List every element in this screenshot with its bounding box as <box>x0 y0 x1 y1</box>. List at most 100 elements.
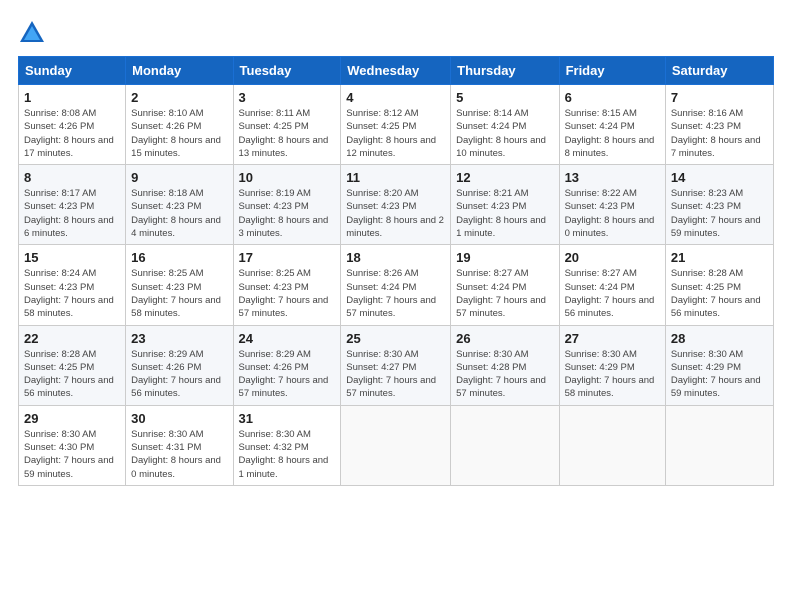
header <box>18 18 774 46</box>
day-info: Sunrise: 8:11 AMSunset: 4:25 PMDaylight:… <box>239 107 336 160</box>
day-info: Sunrise: 8:30 AMSunset: 4:30 PMDaylight:… <box>24 428 120 481</box>
day-number: 17 <box>239 250 336 265</box>
day-cell: 30Sunrise: 8:30 AMSunset: 4:31 PMDayligh… <box>126 405 233 485</box>
day-number: 2 <box>131 90 227 105</box>
day-info: Sunrise: 8:30 AMSunset: 4:27 PMDaylight:… <box>346 348 445 401</box>
day-info: Sunrise: 8:26 AMSunset: 4:24 PMDaylight:… <box>346 267 445 320</box>
day-cell <box>559 405 665 485</box>
day-cell: 1Sunrise: 8:08 AMSunset: 4:26 PMDaylight… <box>19 85 126 165</box>
day-number: 10 <box>239 170 336 185</box>
weekday-header-sunday: Sunday <box>19 57 126 85</box>
day-info: Sunrise: 8:19 AMSunset: 4:23 PMDaylight:… <box>239 187 336 240</box>
day-cell <box>451 405 559 485</box>
day-info: Sunrise: 8:17 AMSunset: 4:23 PMDaylight:… <box>24 187 120 240</box>
logo-icon <box>18 18 46 46</box>
day-cell: 7Sunrise: 8:16 AMSunset: 4:23 PMDaylight… <box>665 85 773 165</box>
day-number: 31 <box>239 411 336 426</box>
day-number: 26 <box>456 331 553 346</box>
day-cell: 26 Sunrise: 8:30 AMSunset: 4:28 PMDayligh… <box>451 325 559 405</box>
day-number: 21 <box>671 250 768 265</box>
day-cell: 4 Sunrise: 8:12 AMSunset: 4:25 PMDaylight… <box>341 85 451 165</box>
day-cell <box>341 405 451 485</box>
week-row-2: 8 Sunrise: 8:17 AMSunset: 4:23 PMDaylight… <box>19 165 774 245</box>
day-number: 22 <box>24 331 120 346</box>
weekday-header-friday: Friday <box>559 57 665 85</box>
day-cell: 17 Sunrise: 8:25 AMSunset: 4:23 PMDayligh… <box>233 245 341 325</box>
day-cell: 14 Sunrise: 8:23 AMSunset: 4:23 PMDayligh… <box>665 165 773 245</box>
day-number: 20 <box>565 250 660 265</box>
day-cell: 6 Sunrise: 8:15 AMSunset: 4:24 PMDaylight… <box>559 85 665 165</box>
day-number: 28 <box>671 331 768 346</box>
day-info: Sunrise: 8:30 AMSunset: 4:31 PMDaylight:… <box>131 428 227 481</box>
day-number: 1 <box>24 90 120 105</box>
day-info: Sunrise: 8:24 AMSunset: 4:23 PMDaylight:… <box>24 267 120 320</box>
week-row-4: 22 Sunrise: 8:28 AMSunset: 4:25 PMDayligh… <box>19 325 774 405</box>
day-info: Sunrise: 8:27 AMSunset: 4:24 PMDaylight:… <box>456 267 553 320</box>
day-number: 14 <box>671 170 768 185</box>
day-cell: 21 Sunrise: 8:28 AMSunset: 4:25 PMDayligh… <box>665 245 773 325</box>
day-number: 13 <box>565 170 660 185</box>
day-number: 24 <box>239 331 336 346</box>
week-row-5: 29 Sunrise: 8:30 AMSunset: 4:30 PMDayligh… <box>19 405 774 485</box>
day-cell: 3 Sunrise: 8:11 AMSunset: 4:25 PMDaylight… <box>233 85 341 165</box>
week-row-1: 1Sunrise: 8:08 AMSunset: 4:26 PMDaylight… <box>19 85 774 165</box>
day-info: Sunrise: 8:25 AMSunset: 4:23 PMDaylight:… <box>239 267 336 320</box>
day-number: 16 <box>131 250 227 265</box>
day-cell: 20 Sunrise: 8:27 AMSunset: 4:24 PMDayligh… <box>559 245 665 325</box>
day-cell: 9Sunrise: 8:18 AMSunset: 4:23 PMDaylight… <box>126 165 233 245</box>
day-cell: 23 Sunrise: 8:29 AMSunset: 4:26 PMDayligh… <box>126 325 233 405</box>
day-cell: 24Sunrise: 8:29 AMSunset: 4:26 PMDayligh… <box>233 325 341 405</box>
day-info: Sunrise: 8:27 AMSunset: 4:24 PMDaylight:… <box>565 267 660 320</box>
day-cell: 2 Sunrise: 8:10 AMSunset: 4:26 PMDaylight… <box>126 85 233 165</box>
weekday-header-tuesday: Tuesday <box>233 57 341 85</box>
day-number: 18 <box>346 250 445 265</box>
day-cell: 25 Sunrise: 8:30 AMSunset: 4:27 PMDayligh… <box>341 325 451 405</box>
week-row-3: 15Sunrise: 8:24 AMSunset: 4:23 PMDayligh… <box>19 245 774 325</box>
day-info: Sunrise: 8:30 AMSunset: 4:28 PMDaylight:… <box>456 348 553 401</box>
day-info: Sunrise: 8:18 AMSunset: 4:23 PMDaylight:… <box>131 187 227 240</box>
weekday-header-saturday: Saturday <box>665 57 773 85</box>
day-cell: 5 Sunrise: 8:14 AMSunset: 4:24 PMDaylight… <box>451 85 559 165</box>
day-number: 6 <box>565 90 660 105</box>
day-info: Sunrise: 8:12 AMSunset: 4:25 PMDaylight:… <box>346 107 445 160</box>
day-info: Sunrise: 8:22 AMSunset: 4:23 PMDaylight:… <box>565 187 660 240</box>
day-number: 5 <box>456 90 553 105</box>
day-number: 29 <box>24 411 120 426</box>
day-info: Sunrise: 8:23 AMSunset: 4:23 PMDaylight:… <box>671 187 768 240</box>
weekday-header-row: SundayMondayTuesdayWednesdayThursdayFrid… <box>19 57 774 85</box>
day-cell: 31 Sunrise: 8:30 AMSunset: 4:32 PMDayligh… <box>233 405 341 485</box>
day-cell: 16Sunrise: 8:25 AMSunset: 4:23 PMDayligh… <box>126 245 233 325</box>
weekday-header-monday: Monday <box>126 57 233 85</box>
day-number: 7 <box>671 90 768 105</box>
day-info: Sunrise: 8:20 AMSunset: 4:23 PMDaylight:… <box>346 187 445 240</box>
page: SundayMondayTuesdayWednesdayThursdayFrid… <box>0 0 792 612</box>
day-number: 27 <box>565 331 660 346</box>
day-info: Sunrise: 8:30 AMSunset: 4:29 PMDaylight:… <box>671 348 768 401</box>
weekday-header-wednesday: Wednesday <box>341 57 451 85</box>
day-cell: 11 Sunrise: 8:20 AMSunset: 4:23 PMDayligh… <box>341 165 451 245</box>
day-number: 4 <box>346 90 445 105</box>
day-info: Sunrise: 8:10 AMSunset: 4:26 PMDaylight:… <box>131 107 227 160</box>
day-number: 12 <box>456 170 553 185</box>
day-number: 8 <box>24 170 120 185</box>
day-cell: 8 Sunrise: 8:17 AMSunset: 4:23 PMDaylight… <box>19 165 126 245</box>
day-number: 3 <box>239 90 336 105</box>
calendar: SundayMondayTuesdayWednesdayThursdayFrid… <box>18 56 774 486</box>
day-info: Sunrise: 8:28 AMSunset: 4:25 PMDaylight:… <box>671 267 768 320</box>
day-cell: 27Sunrise: 8:30 AMSunset: 4:29 PMDayligh… <box>559 325 665 405</box>
day-number: 23 <box>131 331 227 346</box>
day-info: Sunrise: 8:28 AMSunset: 4:25 PMDaylight:… <box>24 348 120 401</box>
day-info: Sunrise: 8:30 AMSunset: 4:32 PMDaylight:… <box>239 428 336 481</box>
day-cell: 10 Sunrise: 8:19 AMSunset: 4:23 PMDayligh… <box>233 165 341 245</box>
day-cell: 12Sunrise: 8:21 AMSunset: 4:23 PMDayligh… <box>451 165 559 245</box>
day-info: Sunrise: 8:15 AMSunset: 4:24 PMDaylight:… <box>565 107 660 160</box>
day-number: 19 <box>456 250 553 265</box>
day-number: 25 <box>346 331 445 346</box>
day-info: Sunrise: 8:29 AMSunset: 4:26 PMDaylight:… <box>131 348 227 401</box>
day-cell: 28 Sunrise: 8:30 AMSunset: 4:29 PMDayligh… <box>665 325 773 405</box>
day-cell: 13 Sunrise: 8:22 AMSunset: 4:23 PMDayligh… <box>559 165 665 245</box>
day-number: 11 <box>346 170 445 185</box>
day-info: Sunrise: 8:14 AMSunset: 4:24 PMDaylight:… <box>456 107 553 160</box>
day-cell: 22 Sunrise: 8:28 AMSunset: 4:25 PMDayligh… <box>19 325 126 405</box>
day-cell <box>665 405 773 485</box>
